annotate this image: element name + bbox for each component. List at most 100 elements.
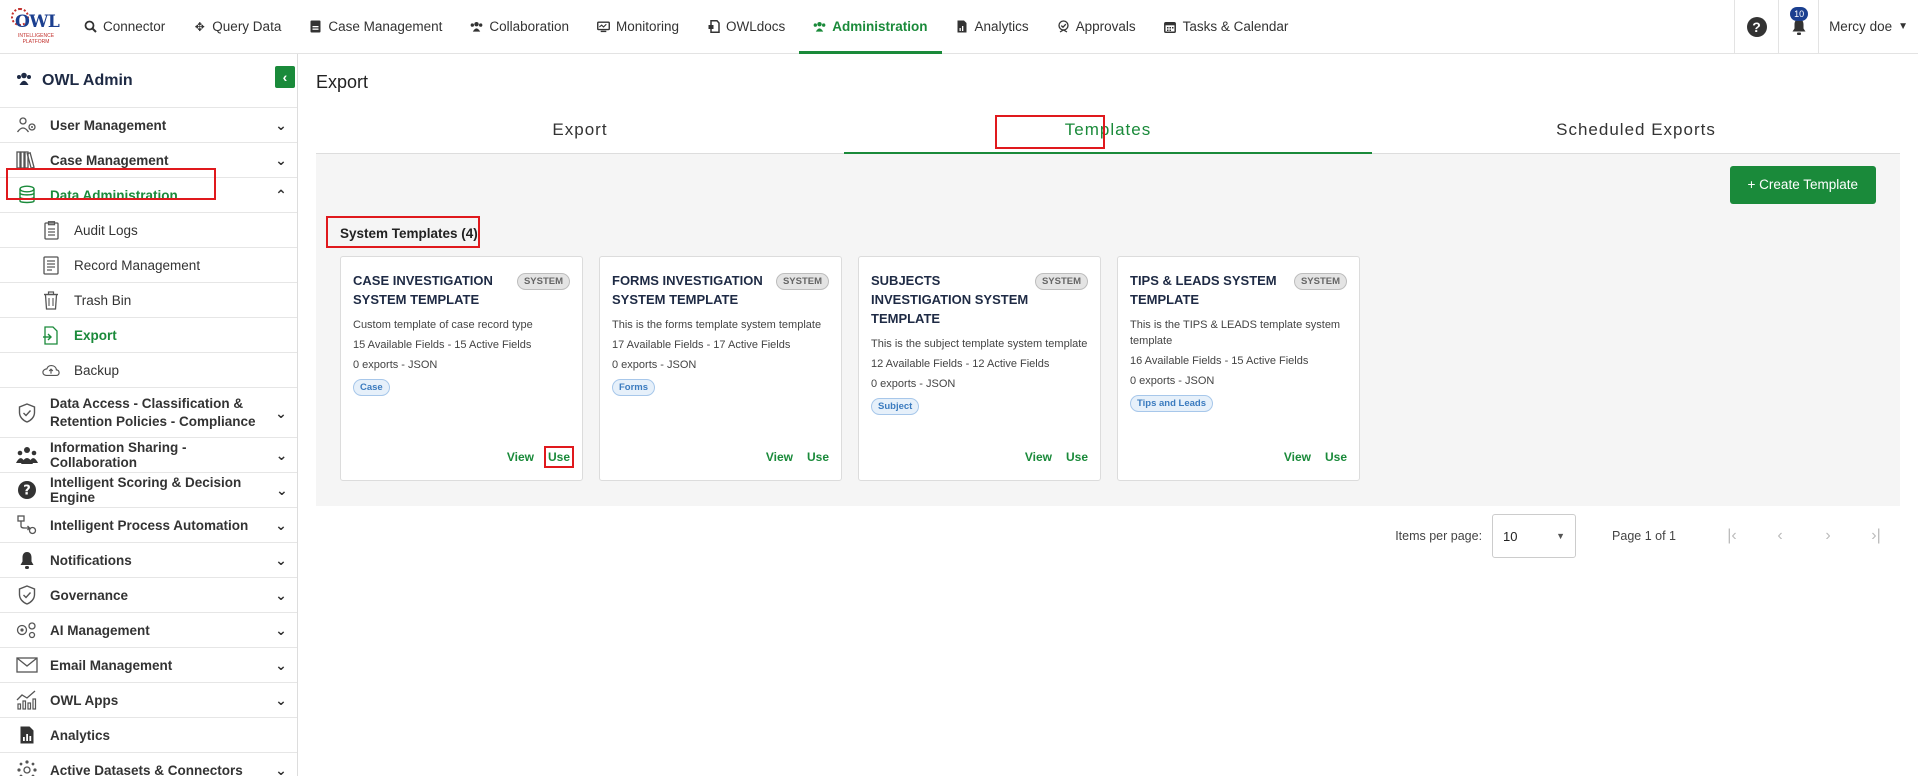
sidebar-item-information-sharing[interactable]: Information Sharing - Collaboration ⌄	[0, 438, 297, 473]
nav-label: Approvals	[1075, 19, 1136, 34]
users-gear-icon	[16, 114, 38, 136]
sidebar-item-data-access[interactable]: Data Access - Classification & Retention…	[0, 388, 297, 438]
main-nav: Connector ✥ Query Data Case Management C…	[70, 0, 1303, 54]
sidebar-item-analytics[interactable]: Analytics	[0, 718, 297, 753]
template-title: TIPS & LEADS SYSTEM TEMPLATE	[1130, 273, 1277, 307]
nav-analytics[interactable]: Analytics	[942, 0, 1043, 53]
chevron-down-icon: ⌄	[275, 551, 287, 568]
sidebar-item-data-administration[interactable]: Data Administration ⌃	[0, 178, 297, 213]
page-info: Page 1 of 1	[1612, 529, 1676, 543]
template-fields: 12 Available Fields - 12 Active Fields	[871, 358, 1050, 370]
first-page-icon[interactable]: |‹	[1708, 527, 1756, 545]
use-template-link[interactable]: Use	[1325, 450, 1347, 464]
nav-label: Analytics	[974, 19, 1029, 34]
sidebar-subitem-trash-bin[interactable]: Trash Bin	[0, 283, 297, 318]
checklist-icon	[42, 220, 60, 240]
pagination: Items per page: 10 ▼ Page 1 of 1 |‹ ‹ › …	[316, 514, 1900, 558]
nav-monitoring[interactable]: Monitoring	[583, 0, 693, 53]
sidebar-item-process-automation[interactable]: Intelligent Process Automation ⌄	[0, 508, 297, 543]
sidebar-item-governance[interactable]: Governance ⌄	[0, 578, 297, 613]
tab-export[interactable]: Export	[316, 114, 844, 153]
sidebar-item-case-management[interactable]: Case Management ⌄	[0, 143, 297, 178]
user-menu[interactable]: Mercy doe ▼	[1819, 19, 1918, 34]
next-page-icon[interactable]: ›	[1804, 527, 1852, 545]
nav-connector[interactable]: Connector	[70, 0, 179, 53]
nav-case-management[interactable]: Case Management	[295, 0, 456, 53]
nav-tasks-calendar[interactable]: Tasks & Calendar	[1150, 0, 1303, 53]
template-card: FORMS INVESTIGATION SYSTEM TEMPLATE SYST…	[599, 256, 842, 481]
sidebar-subitem-backup[interactable]: Backup	[0, 353, 297, 388]
sidebar-item-notifications[interactable]: Notifications ⌄	[0, 543, 297, 578]
sidebar-subitem-export[interactable]: Export	[0, 318, 297, 353]
owl-logo[interactable]: OWL INTELLIGENCE PLATFORM	[0, 0, 70, 53]
file-chart-icon	[16, 724, 38, 746]
template-description: This is the subject template system temp…	[871, 338, 1088, 350]
template-description: This is the forms template system templa…	[612, 319, 822, 331]
sidebar-item-ai-management[interactable]: AI Management ⌄	[0, 613, 297, 648]
view-template-link[interactable]: View	[507, 450, 534, 464]
database-icon	[16, 184, 38, 206]
system-badge: SYSTEM	[1293, 273, 1347, 290]
sidebar-item-active-datasets[interactable]: Active Datasets & Connectors ⌄	[0, 753, 297, 776]
use-template-link[interactable]: Use	[543, 446, 575, 468]
sidebar-subitem-record-management[interactable]: Record Management	[0, 248, 297, 283]
tab-scheduled-exports[interactable]: Scheduled Exports	[1372, 114, 1900, 153]
nav-administration[interactable]: Administration	[799, 0, 942, 54]
sidebar-item-intelligent-scoring[interactable]: ? Intelligent Scoring & Decision Engine …	[0, 473, 297, 508]
collapse-sidebar-button[interactable]: ‹	[275, 66, 295, 88]
notifications-button[interactable]: 10	[1779, 0, 1820, 54]
items-per-page-select[interactable]: 10 ▼	[1492, 514, 1577, 558]
tab-templates[interactable]: Templates	[844, 114, 1372, 154]
nav-query-data[interactable]: ✥ Query Data	[179, 0, 295, 53]
view-template-link[interactable]: View	[1284, 450, 1311, 464]
svg-text:?: ?	[23, 484, 31, 499]
nav-owldocs[interactable]: OWLdocs	[693, 0, 799, 53]
chevron-down-icon: ⌄	[275, 446, 288, 463]
template-description: This is the TIPS & LEADS template system…	[1130, 319, 1341, 347]
items-per-page-label: Items per page:	[1395, 529, 1483, 543]
nav-approvals[interactable]: Approvals	[1043, 0, 1150, 53]
sidebar-item-label: Data Access - Classification & Retention…	[50, 395, 256, 429]
template-exports: 0 exports - JSON	[1130, 375, 1215, 387]
help-button[interactable]: ?	[1735, 0, 1780, 54]
chevron-down-icon: ⌄	[275, 586, 287, 603]
users-icon	[470, 20, 483, 33]
template-tag: Forms	[612, 379, 656, 396]
trash-icon	[42, 290, 60, 310]
use-template-link[interactable]: Use	[1066, 450, 1088, 464]
template-tag: Tips and Leads	[1130, 395, 1213, 412]
template-card: SUBJECTS INVESTIGATION SYSTEM TEMPLATE S…	[858, 256, 1101, 481]
prev-page-icon[interactable]: ‹	[1756, 527, 1804, 545]
chevron-down-icon: ⌄	[275, 151, 287, 168]
nav-collaboration[interactable]: Collaboration	[456, 0, 583, 53]
sidebar-item-label: AI Management	[50, 622, 150, 638]
template-title: SUBJECTS INVESTIGATION SYSTEM TEMPLATE	[871, 273, 1029, 326]
last-page-icon[interactable]: ›|	[1852, 527, 1900, 545]
bar-chart-icon	[16, 689, 38, 711]
chevron-down-icon: ⌄	[275, 656, 287, 673]
admin-sidebar: OWL Admin ‹ User Management ⌄ Case Manag…	[0, 54, 298, 776]
sidebar-item-owl-apps[interactable]: OWL Apps ⌄	[0, 683, 297, 718]
sidebar-item-user-management[interactable]: User Management ⌄	[0, 108, 297, 143]
file-export-icon	[42, 325, 60, 345]
shield-check-icon	[16, 584, 38, 606]
chevron-left-icon: ‹	[282, 69, 288, 85]
user-controls: ? 10 Mercy doe ▼	[1734, 0, 1918, 54]
sidebar-item-email-management[interactable]: Email Management ⌄	[0, 648, 297, 683]
doc-icon	[707, 20, 720, 33]
sidebar-item-label: Data Administration	[50, 187, 178, 203]
chevron-down-icon: ⌄	[275, 691, 287, 708]
file-chart-icon	[956, 20, 969, 33]
view-template-link[interactable]: View	[1025, 450, 1052, 464]
use-template-link[interactable]: Use	[807, 450, 829, 464]
template-card: TIPS & LEADS SYSTEM TEMPLATE SYSTEM This…	[1117, 256, 1360, 481]
nav-label: Administration	[832, 19, 928, 34]
sidebar-subitem-audit-logs[interactable]: Audit Logs	[0, 213, 297, 248]
monitor-icon	[597, 20, 610, 33]
view-template-link[interactable]: View	[766, 450, 793, 464]
create-template-button[interactable]: + Create Template	[1729, 166, 1876, 204]
sidebar-item-label: Active Datasets & Connectors	[50, 762, 243, 776]
ai-gear-icon	[16, 619, 38, 641]
sidebar-item-label: Intelligent Scoring & Decision Engine	[50, 475, 242, 505]
group-icon	[16, 444, 38, 466]
